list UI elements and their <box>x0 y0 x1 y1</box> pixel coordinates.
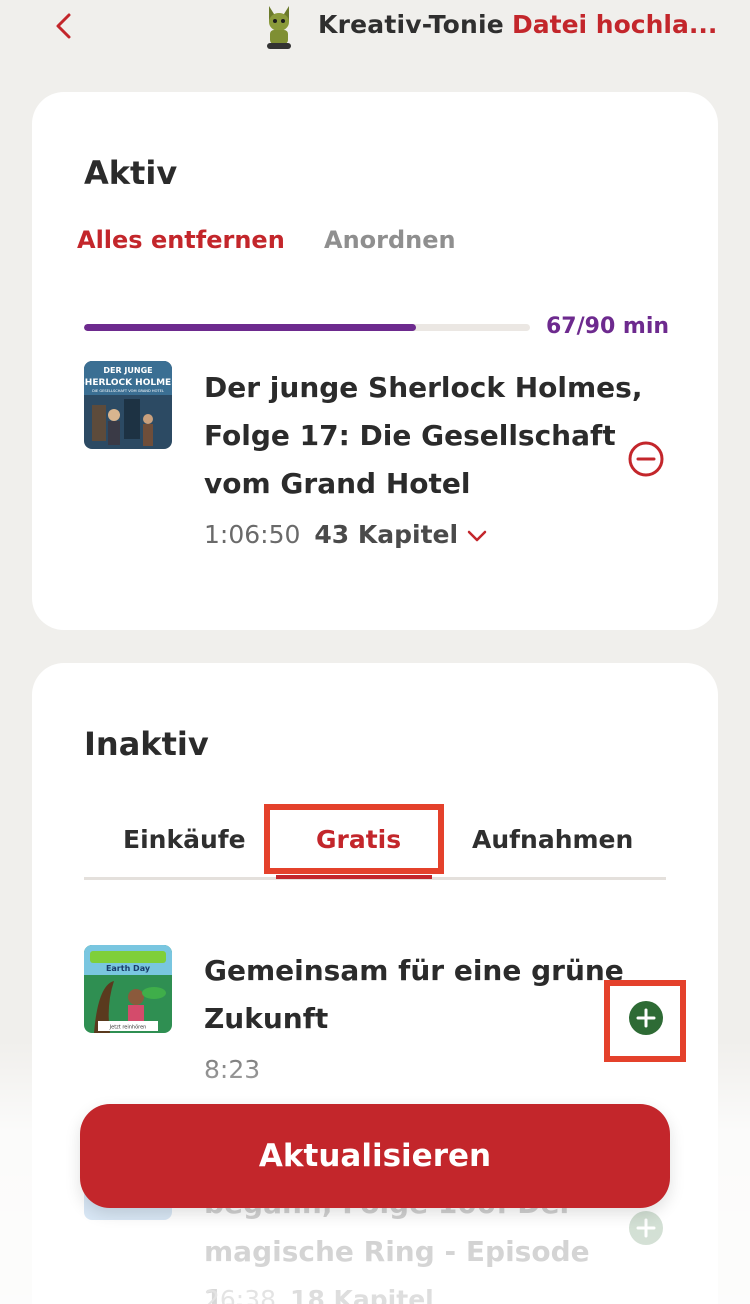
item-duration: 8:23 <box>204 1055 261 1084</box>
item-duration: 26:38 <box>204 1285 277 1304</box>
track-meta: 1:06:50 43 Kapitel <box>204 520 488 549</box>
capacity-progress-bar <box>84 324 530 331</box>
top-bar: Kreativ-Tonie Datei hochla... <box>0 0 750 56</box>
item-title[interactable]: Gemeinsam für eine grüne Zukunft <box>204 947 644 1043</box>
chapters-toggle[interactable]: 43 Kapitel <box>314 520 458 549</box>
item-title-line: Zukunft <box>204 1002 329 1035</box>
remove-all-button[interactable]: Alles entfernen <box>77 226 285 254</box>
track-title[interactable]: Der junge Sherlock Holmes, Folge 17: Die… <box>204 364 644 508</box>
item-meta: 26:38 18 Kapitel <box>204 1285 434 1304</box>
cover-text: DIE GESELLSCHAFT VOM GRAND HOTEL <box>92 389 164 393</box>
item-title-line: Gemeinsam für eine grüne <box>204 954 624 987</box>
cover-text: DER JUNGE <box>103 366 152 375</box>
cover-text: SHERLOCK HOLMES <box>84 378 172 388</box>
track-title-line: Folge 17: Die Gesellschaft <box>204 419 616 452</box>
upload-file-link[interactable]: Datei hochla... <box>512 10 742 39</box>
highlight-box <box>604 980 686 1062</box>
tab-recordings[interactable]: Aufnahmen <box>472 825 633 854</box>
capacity-progress-fill <box>84 324 417 331</box>
item-meta: 8:23 <box>204 1055 260 1084</box>
active-section-card: Aktiv Alles entfernen Anordnen 67/90 min… <box>32 92 718 630</box>
add-circle-icon[interactable] <box>628 1210 664 1246</box>
page-title: Kreativ-Tonie <box>318 10 504 39</box>
remove-circle-icon[interactable] <box>626 439 666 479</box>
track-title-line: vom Grand Hotel <box>204 467 471 500</box>
cover-text: Jetzt reinhören <box>109 1025 147 1031</box>
active-heading: Aktiv <box>84 154 178 192</box>
track-title-line: Der junge Sherlock Holmes, <box>204 371 643 404</box>
update-button[interactable]: Aktualisieren <box>80 1104 670 1208</box>
tonie-figure-icon <box>267 6 291 49</box>
capacity-label: 67/90 min <box>546 314 670 339</box>
item-cover-green-future: Earth Day Jetzt reinhören <box>84 945 172 1033</box>
selected-tab-indicator <box>276 875 432 879</box>
highlight-box <box>264 804 444 874</box>
chapters-toggle[interactable]: 18 Kapitel <box>290 1285 434 1304</box>
cover-text: Earth Day <box>106 964 151 973</box>
tab-purchases[interactable]: Einkäufe <box>123 825 246 854</box>
arrange-button[interactable]: Anordnen <box>324 226 456 254</box>
inactive-heading: Inaktiv <box>84 725 209 763</box>
track-duration: 1:06:50 <box>204 520 301 549</box>
chevron-down-icon[interactable] <box>466 529 488 543</box>
chevron-left-icon[interactable] <box>52 12 76 40</box>
track-cover-sherlock: DER JUNGE SHERLOCK HOLMES DIE GESELLSCHA… <box>84 361 172 449</box>
